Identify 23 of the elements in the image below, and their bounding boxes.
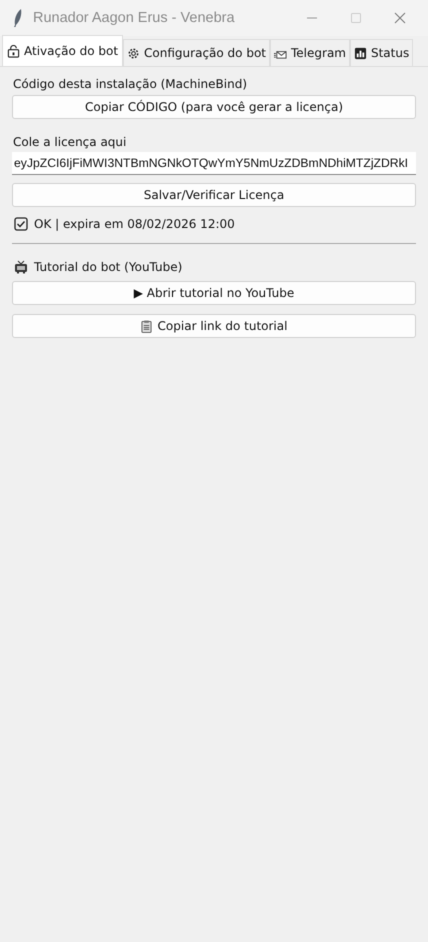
- tab[interactable]: Configuração do bot: [123, 39, 270, 66]
- lock-icon: [7, 44, 20, 58]
- open-tutorial-button[interactable]: ▶ Abrir tutorial no YouTube: [12, 281, 416, 305]
- tv-icon: [14, 260, 28, 274]
- section-title: Tutorial do bot (YouTube): [34, 260, 182, 274]
- field-label: Cole a licença aqui: [13, 135, 128, 149]
- clipboard-icon: [140, 320, 152, 332]
- close-icon[interactable]: [394, 12, 406, 24]
- verify-license-button[interactable]: Salvar/Verificar Licença: [12, 183, 416, 207]
- license-status: OK | expira em 08/02/2026 12:00: [34, 217, 235, 231]
- copy-code-button[interactable]: Copiar CÓDIGO (para você gerar a licença): [12, 95, 416, 119]
- tab[interactable]: Ativação do bot: [2, 35, 124, 66]
- window-title: Runador Aagon Erus - Venebra: [33, 10, 236, 26]
- feather-icon: [13, 8, 23, 28]
- copy-link-button[interactable]: Copiar link do tutorial: [12, 314, 416, 338]
- gear-icon: [127, 46, 140, 60]
- maximize-icon[interactable]: [350, 12, 362, 24]
- tab[interactable]: Telegram: [270, 39, 350, 66]
- checkbox-icon: [14, 217, 28, 231]
- tab[interactable]: Status: [350, 39, 414, 66]
- license-field[interactable]: eyJpZCI6IjFiMWI3NTBmNGNkOTQwYmY5NmUzZDBmNDhiMTZjZDRkI: [12, 152, 416, 175]
- bar-chart-icon: [354, 46, 367, 60]
- field-label: Código desta instalação (MachineBind): [13, 77, 248, 91]
